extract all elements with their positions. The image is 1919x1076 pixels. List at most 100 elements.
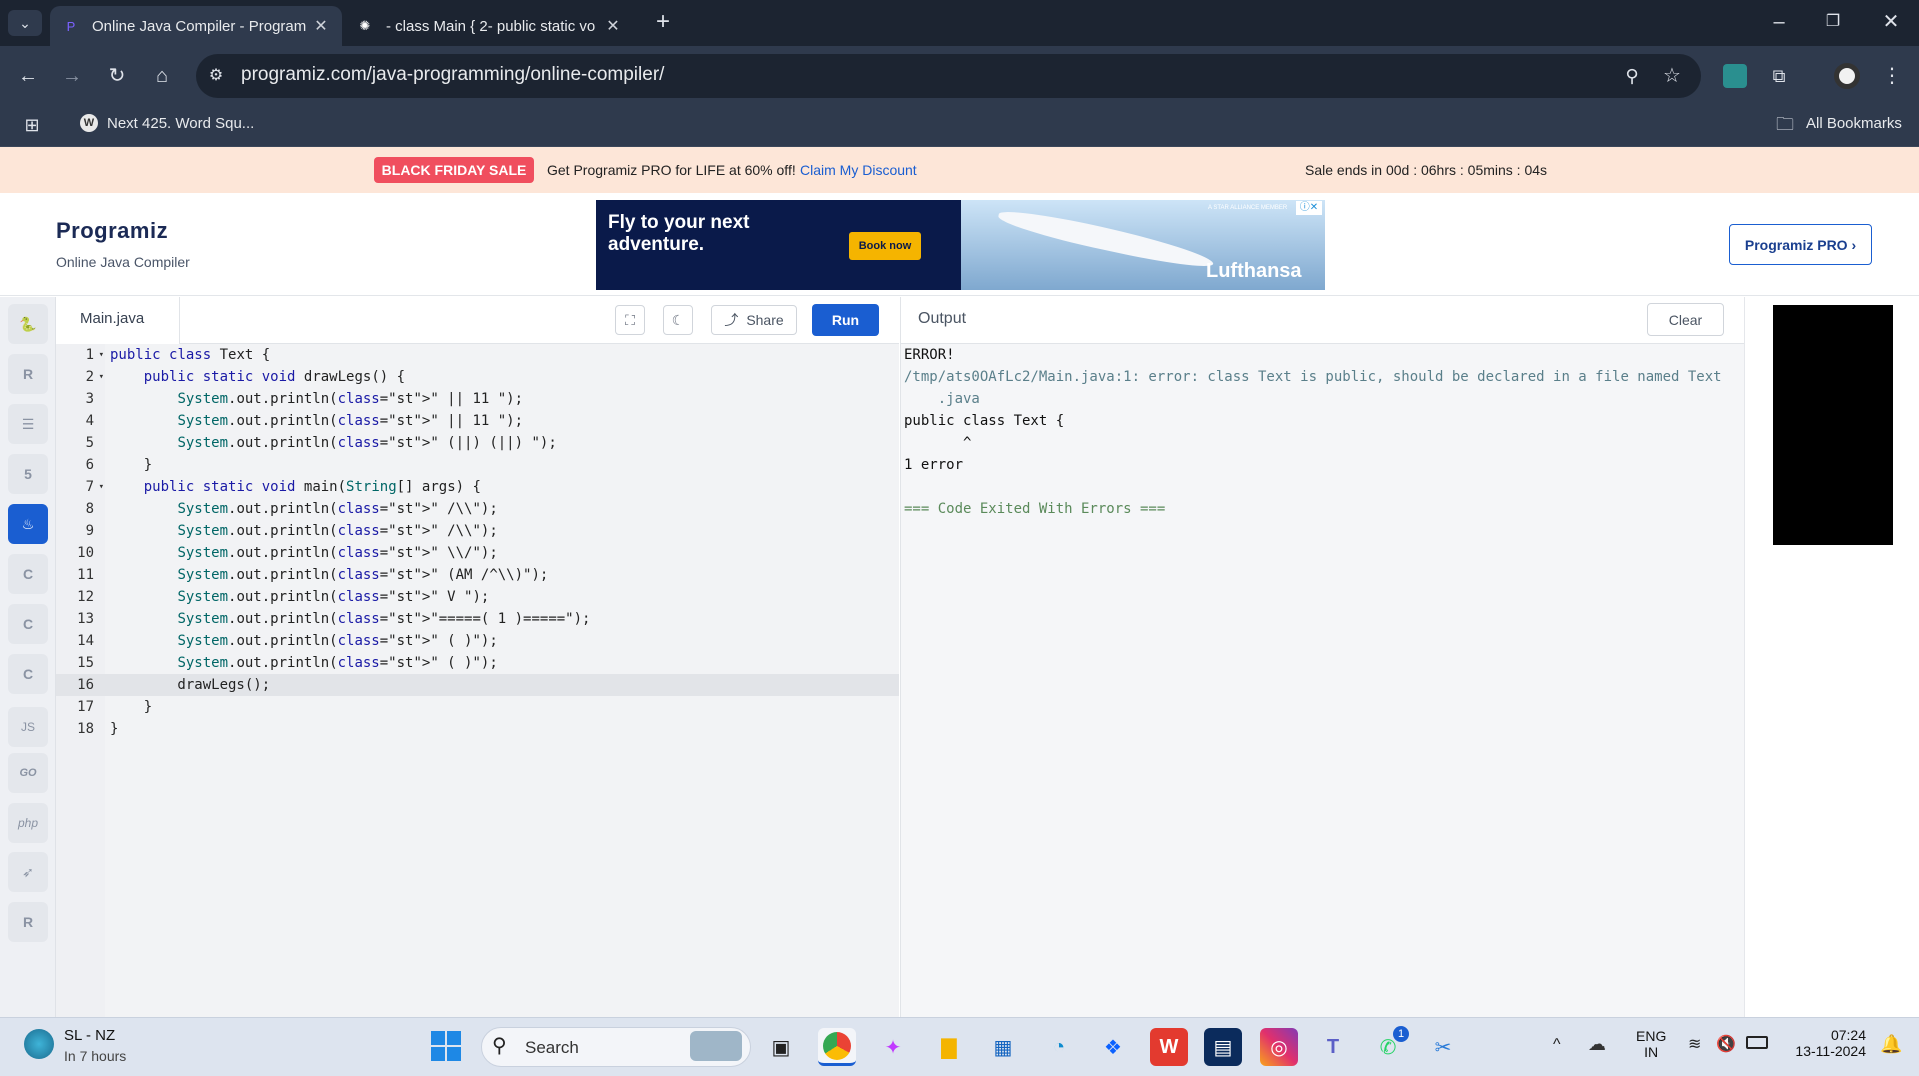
taskbar-search-label: Search xyxy=(525,1038,579,1057)
snipping-tool-icon[interactable]: ✂ xyxy=(1424,1028,1462,1066)
code-line[interactable]: public static void drawLegs() { xyxy=(110,366,405,388)
tray-chevron-up-icon[interactable]: ^ xyxy=(1553,1036,1561,1054)
lang-js-icon[interactable]: JS xyxy=(8,707,48,747)
close-tab-icon[interactable]: ✕ xyxy=(604,16,622,36)
weather-cricket-icon[interactable] xyxy=(24,1029,54,1059)
code-line[interactable]: System.out.println(class="st">" (AM /^\\… xyxy=(110,564,548,586)
close-tab-icon[interactable]: ✕ xyxy=(312,16,330,36)
clear-button[interactable]: Clear xyxy=(1647,303,1724,336)
extensions-puzzle-icon[interactable]: ⧉ xyxy=(1765,64,1793,88)
code-line[interactable]: public class Text { xyxy=(110,344,270,366)
bookmark-item[interactable]: Next 425. Word Squ... xyxy=(107,115,254,132)
lang-java-icon[interactable]: ♨ xyxy=(8,504,48,544)
lang-python-icon[interactable]: 🐍 xyxy=(8,304,48,344)
chrome-icon[interactable] xyxy=(818,1028,856,1066)
lang-php-icon[interactable]: php xyxy=(8,803,48,843)
code-line[interactable]: System.out.println(class="st">"=====( 1 … xyxy=(110,608,590,630)
battery-icon[interactable] xyxy=(1746,1036,1768,1049)
programiz-pro-button[interactable]: Programiz PRO › xyxy=(1729,224,1872,265)
code-line[interactable]: drawLegs(); xyxy=(110,674,270,696)
fold-arrow-icon[interactable]: ▾ xyxy=(96,366,104,388)
code-line[interactable]: System.out.println(class="st">" || 11 ")… xyxy=(110,388,523,410)
close-window-icon[interactable]: ✕ xyxy=(1876,10,1906,36)
line-number: 2 xyxy=(85,369,94,385)
weather-title[interactable]: SL - NZ xyxy=(64,1027,115,1044)
share-button[interactable]: ⤴ Share xyxy=(711,305,797,335)
clock[interactable]: 07:24 13-11-2024 xyxy=(1784,1027,1866,1059)
reload-icon[interactable]: ↻ xyxy=(103,64,131,88)
teams-icon[interactable]: T xyxy=(1314,1028,1352,1066)
page-subtitle: Online Java Compiler xyxy=(56,254,190,270)
code-line[interactable]: System.out.println(class="st">" ( )"); xyxy=(110,630,497,652)
tab-class-main[interactable]: ✺ - class Main { 2- public static vo ✕ xyxy=(344,6,634,46)
menu-kebab-icon[interactable]: ⋮ xyxy=(1880,64,1904,88)
tab-search-button[interactable]: ⌄ xyxy=(8,10,42,36)
fold-arrow-icon[interactable]: ▾ xyxy=(96,344,104,366)
volume-muted-icon[interactable]: 🔇 xyxy=(1716,1034,1736,1054)
ad-close-icon[interactable]: ⓘ✕ xyxy=(1296,201,1322,215)
windows-start-icon[interactable] xyxy=(431,1031,461,1061)
extension-icon[interactable] xyxy=(1723,64,1747,88)
code-line[interactable]: System.out.println(class="st">" || 11 ")… xyxy=(110,410,523,432)
line-number: 4 xyxy=(85,413,94,429)
code-line[interactable]: public static void main(String[] args) { xyxy=(110,476,481,498)
code-line[interactable]: System.out.println(class="st">" ( )"); xyxy=(110,652,497,674)
side-ad-placeholder[interactable] xyxy=(1773,305,1893,545)
zoom-icon[interactable]: ⚲ xyxy=(1618,64,1646,88)
lang-sql-icon[interactable]: ☰ xyxy=(8,404,48,444)
code-line[interactable]: System.out.println(class="st">" (||) (||… xyxy=(110,432,556,454)
code-line[interactable]: System.out.println(class="st">" /\\"); xyxy=(110,520,497,542)
forward-icon[interactable]: → xyxy=(58,64,86,88)
code-line[interactable]: System.out.println(class="st">" \\/"); xyxy=(110,542,497,564)
lang-c-icon[interactable]: C xyxy=(8,554,48,594)
instagram-icon[interactable]: ◎ xyxy=(1260,1028,1298,1066)
code-line[interactable]: } xyxy=(110,718,118,740)
edge-icon[interactable]: ◔ xyxy=(1040,1028,1078,1066)
ad-book-now-button[interactable]: Book now xyxy=(849,232,921,260)
search-icon: ⚲ xyxy=(492,1035,507,1057)
file-explorer-icon[interactable]: ▇ xyxy=(930,1028,968,1066)
programiz-favicon-icon: P xyxy=(66,18,76,34)
task-view-icon[interactable]: ▣ xyxy=(762,1028,800,1066)
fullscreen-icon[interactable]: ⛶ xyxy=(615,305,645,335)
code-line[interactable]: } xyxy=(110,696,152,718)
url-text[interactable]: programiz.com/java-programming/online-co… xyxy=(241,64,664,86)
lang-go-icon[interactable]: GO xyxy=(8,753,48,793)
language-indicator[interactable]: ENG IN xyxy=(1636,1028,1666,1060)
claim-discount-link[interactable]: Claim My Discount xyxy=(800,162,917,178)
tab-java-compiler[interactable]: P Online Java Compiler - Program ✕ xyxy=(50,6,342,46)
lang-r-icon[interactable]: R xyxy=(8,354,48,394)
run-button[interactable]: Run xyxy=(812,304,879,336)
bookmark-star-icon[interactable]: ☆ xyxy=(1658,64,1686,88)
lang-cpp-icon[interactable]: C xyxy=(8,604,48,644)
site-info-icon[interactable]: ⚙ xyxy=(204,64,228,88)
dark-mode-moon-icon[interactable]: ☾ xyxy=(663,305,693,335)
ms-store-icon[interactable]: ▦ xyxy=(984,1028,1022,1066)
copilot-icon[interactable]: ✦ xyxy=(874,1028,912,1066)
wps-icon[interactable]: W xyxy=(1150,1028,1188,1066)
lang-csharp-icon[interactable]: C xyxy=(8,654,48,694)
dropbox-icon[interactable]: ❖ xyxy=(1094,1028,1132,1066)
wifi-icon[interactable]: ≋ xyxy=(1688,1034,1701,1054)
programiz-logo[interactable]: Programiz xyxy=(56,218,168,244)
restore-icon[interactable]: ❐ xyxy=(1818,10,1848,36)
line-number: 5 xyxy=(85,435,94,451)
profile-avatar[interactable] xyxy=(1834,63,1860,89)
code-line[interactable]: System.out.println(class="st">" V "); xyxy=(110,586,489,608)
apps-grid-icon[interactable]: ⊞ xyxy=(18,113,46,137)
code-line[interactable]: System.out.println(class="st">" /\\"); xyxy=(110,498,497,520)
new-tab-button[interactable]: + xyxy=(648,10,678,36)
notification-bell-icon[interactable]: 🔔 xyxy=(1880,1034,1902,1055)
all-bookmarks[interactable]: All Bookmarks xyxy=(1806,115,1902,132)
code-line[interactable]: } xyxy=(110,454,152,476)
ad-banner[interactable]: Fly to your next adventure. Book now Luf… xyxy=(596,200,1325,290)
fold-arrow-icon[interactable]: ▾ xyxy=(96,476,104,498)
back-icon[interactable]: ← xyxy=(14,64,42,88)
visual-studio-icon[interactable]: ▤ xyxy=(1204,1028,1242,1066)
minimize-icon[interactable]: – xyxy=(1764,10,1794,36)
onedrive-cloud-icon[interactable]: ☁ xyxy=(1588,1034,1606,1055)
home-icon[interactable]: ⌂ xyxy=(148,64,176,88)
lang-swift-icon[interactable]: ➶ xyxy=(8,852,48,892)
lang-rust-icon[interactable]: R xyxy=(8,902,48,942)
lang-html-icon[interactable]: 5 xyxy=(8,454,48,494)
